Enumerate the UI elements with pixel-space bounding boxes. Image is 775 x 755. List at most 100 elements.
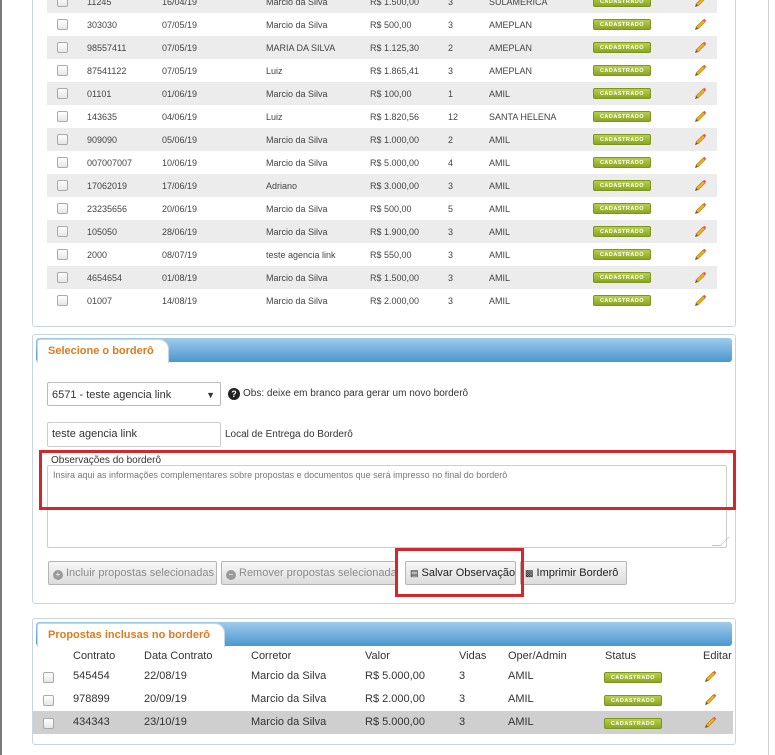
- table-row: 978899 20/09/19 Marcio da Silva R$ 2.000,00…: [33, 688, 733, 711]
- bordero-select-value: 6571 - teste agencia link: [52, 389, 172, 401]
- row-checkbox[interactable]: [57, 226, 68, 237]
- status-badge: CADASTRADO: [593, 157, 651, 168]
- cell-oper: AMEPLAN: [489, 43, 533, 53]
- cell-valor: R$ 3.000,00: [370, 181, 420, 191]
- cell-oper: SANTA HELENA: [489, 112, 557, 122]
- status-badge: CADASTRADO: [604, 695, 662, 706]
- cell-oper: AMIL: [489, 89, 511, 99]
- pencil-icon[interactable]: [693, 223, 707, 237]
- cell-corretor: Marcio da Silva: [266, 273, 328, 283]
- table-row: 2000 08/07/19 teste agencia link R$ 550,00 3…: [47, 243, 717, 266]
- status-badge: CADASTRADO: [593, 88, 651, 99]
- table-row: 87541122 07/05/19 Luiz R$ 1.865,41 3 AMEPLAN C…: [47, 59, 717, 82]
- cell-valor: R$ 5.000,00: [370, 158, 420, 168]
- col-valor: Valor: [365, 650, 390, 662]
- status-badge: CADASTRADO: [604, 672, 662, 683]
- chevron-down-icon: ▼: [206, 390, 215, 400]
- cell-contrato: 909090: [87, 135, 118, 145]
- local-entrega-input[interactable]: teste agencia link: [47, 422, 221, 447]
- imprimir-bordero-button[interactable]: ▩ Imprimir Borderô: [520, 561, 627, 585]
- pencil-icon[interactable]: [693, 39, 707, 53]
- row-checkbox[interactable]: [43, 718, 54, 729]
- cell-valor: R$ 2.000,00: [370, 296, 420, 306]
- row-checkbox[interactable]: [57, 0, 68, 7]
- cell-vidas: 3: [448, 296, 454, 306]
- row-checkbox[interactable]: [43, 695, 54, 706]
- cell-contrato: 143635: [87, 112, 118, 122]
- cell-data: 07/05/19: [162, 43, 198, 53]
- status-badge: CADASTRADO: [593, 295, 651, 306]
- status-badge: CADASTRADO: [593, 180, 651, 191]
- cell-data: 10/06/19: [162, 158, 198, 168]
- pencil-icon[interactable]: [693, 292, 707, 306]
- cell-data: 22/08/19: [144, 670, 187, 682]
- cell-valor: R$ 1.125,30: [370, 43, 420, 53]
- pencil-icon[interactable]: [703, 714, 717, 728]
- row-checkbox[interactable]: [57, 88, 68, 99]
- pencil-icon[interactable]: [693, 0, 707, 7]
- pencil-icon[interactable]: [693, 246, 707, 260]
- status-badge: CADASTRADO: [593, 203, 651, 214]
- row-checkbox[interactable]: [57, 134, 68, 145]
- cell-oper: AMIL: [489, 135, 511, 145]
- cell-data: 16/04/19: [162, 0, 198, 7]
- cell-valor: R$ 100,00: [370, 89, 412, 99]
- incluir-propostas-button[interactable]: + Incluir propostas selecionadas: [48, 561, 217, 585]
- pencil-icon[interactable]: [693, 16, 707, 30]
- table-row: 007007007 10/06/19 Marcio da Silva R$ 5.000…: [47, 151, 717, 174]
- resize-handle[interactable]: [711, 537, 730, 546]
- col-data-contrato: Data Contrato: [144, 650, 213, 662]
- remover-propostas-button[interactable]: − Remover propostas selecionadas: [221, 561, 397, 585]
- col-editar: Editar: [703, 650, 732, 662]
- cell-corretor: Marcio da Silva: [251, 693, 327, 705]
- row-checkbox[interactable]: [57, 272, 68, 283]
- cell-contrato: 105050: [87, 227, 118, 237]
- cell-corretor: teste agencia link: [266, 250, 336, 260]
- row-checkbox[interactable]: [57, 295, 68, 306]
- pencil-icon[interactable]: [693, 85, 707, 99]
- row-checkbox[interactable]: [57, 249, 68, 260]
- row-checkbox[interactable]: [57, 157, 68, 168]
- cell-vidas: 3: [448, 181, 454, 191]
- table-row: 11245 16/04/19 Marcio da Silva R$ 1.500,00 3…: [47, 0, 717, 13]
- pencil-icon[interactable]: [693, 177, 707, 191]
- row-checkbox[interactable]: [57, 65, 68, 76]
- pencil-icon[interactable]: [693, 62, 707, 76]
- row-checkbox[interactable]: [57, 180, 68, 191]
- cell-corretor: Marcio da Silva: [266, 0, 328, 7]
- cell-oper: AMEPLAN: [489, 66, 533, 76]
- row-checkbox[interactable]: [57, 19, 68, 30]
- cell-vidas: 1: [448, 89, 454, 99]
- cell-corretor: Luiz: [266, 66, 283, 76]
- row-checkbox[interactable]: [43, 672, 54, 683]
- row-checkbox[interactable]: [57, 203, 68, 214]
- table-row: 303030 07/05/19 Marcio da Silva R$ 500,00 3 A…: [47, 13, 717, 36]
- pencil-icon[interactable]: [693, 154, 707, 168]
- cell-contrato: 11245: [87, 0, 112, 7]
- col-status: Status: [605, 650, 637, 662]
- table-row: 105050 28/06/19 Marcio da Silva R$ 1.900,00…: [47, 220, 717, 243]
- pencil-icon[interactable]: [693, 108, 707, 122]
- pencil-icon[interactable]: [693, 269, 707, 283]
- pencil-icon[interactable]: [693, 200, 707, 214]
- local-entrega-label: Local de Entrega do Borderô: [225, 429, 353, 440]
- cell-corretor: Marcio da Silva: [266, 227, 328, 237]
- printer-icon: ▩: [525, 568, 534, 578]
- cell-corretor: Marcio da Silva: [266, 296, 328, 306]
- col-oper-admin: Oper/Admin: [508, 650, 567, 662]
- cell-data: 01/06/19: [162, 89, 198, 99]
- highlight-box: [395, 548, 524, 597]
- cell-contrato: 98557411: [87, 43, 127, 53]
- pencil-icon[interactable]: [703, 668, 717, 682]
- page-left-border: [0, 0, 2, 755]
- cell-contrato: 434343: [73, 716, 110, 728]
- row-checkbox[interactable]: [57, 42, 68, 53]
- pencil-icon[interactable]: [693, 131, 707, 145]
- pencil-icon[interactable]: [703, 691, 717, 705]
- table-row: 909090 05/06/19 Marcio da Silva R$ 1.000,00…: [47, 128, 717, 151]
- cell-valor: R$ 1.500,00: [370, 0, 420, 7]
- cell-vidas: 2: [448, 43, 454, 53]
- status-badge: CADASTRADO: [604, 718, 662, 729]
- bordero-select[interactable]: 6571 - teste agencia link ▼: [47, 382, 221, 406]
- row-checkbox[interactable]: [57, 111, 68, 122]
